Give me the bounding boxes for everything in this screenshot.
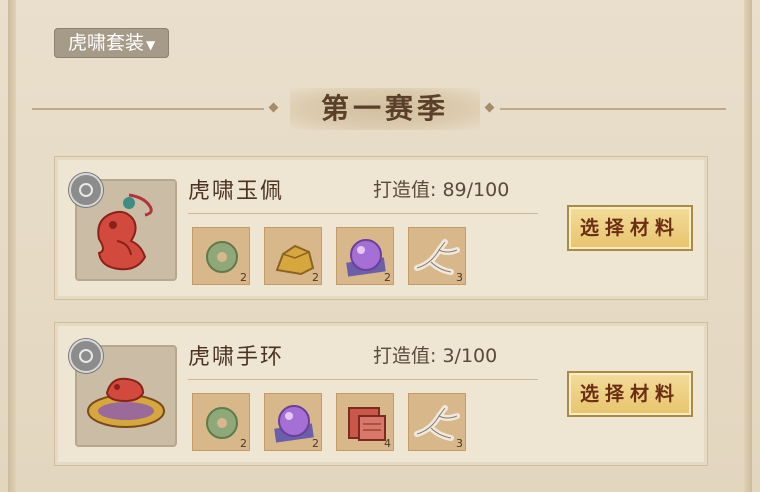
item-name: 虎啸玉佩 bbox=[188, 179, 285, 204]
item-name: 虎啸手环 bbox=[188, 345, 285, 370]
forge-label: 打造值: bbox=[373, 179, 437, 201]
forge-progress: 打造值: 89/100 bbox=[373, 175, 509, 202]
bone-branch-icon[interactable]: 3 bbox=[408, 227, 466, 285]
set-selector-label: 虎啸套装 bbox=[68, 32, 145, 54]
rank-badge-icon bbox=[69, 173, 103, 207]
purple-orb-icon[interactable]: 2 bbox=[264, 393, 322, 451]
divider-right bbox=[500, 108, 726, 110]
divider-left bbox=[32, 108, 264, 110]
card-divider bbox=[188, 379, 538, 380]
set-selector-dropdown[interactable]: 虎啸套装 ▼ bbox=[54, 28, 170, 58]
material-qty: 2 bbox=[312, 437, 319, 450]
season-title: 第一赛季 bbox=[290, 88, 480, 130]
item-card-bracelet: 虎啸手环 打造值: 3/100 2 2 4 3 选择材料 bbox=[54, 322, 708, 466]
diamond-left-icon bbox=[268, 102, 279, 113]
forge-label: 打造值: bbox=[373, 345, 437, 367]
forge-value: 3/100 bbox=[442, 345, 498, 367]
purple-orb-icon[interactable]: 2 bbox=[336, 227, 394, 285]
rank-badge-icon bbox=[69, 339, 103, 373]
jade-ring-icon[interactable]: 2 bbox=[192, 393, 250, 451]
forge-value: 89/100 bbox=[442, 179, 510, 201]
material-qty: 2 bbox=[240, 437, 247, 450]
diamond-right-icon bbox=[484, 102, 495, 113]
material-qty: 3 bbox=[456, 271, 463, 284]
forge-progress: 打造值: 3/100 bbox=[373, 341, 497, 368]
material-qty: 3 bbox=[456, 437, 463, 450]
gold-ore-icon[interactable]: 2 bbox=[264, 227, 322, 285]
material-qty: 2 bbox=[384, 271, 391, 284]
card-divider bbox=[188, 213, 538, 214]
item-card-jade-pendant: 虎啸玉佩 打造值: 89/100 2 2 2 3 选择材料 bbox=[54, 156, 708, 300]
material-qty: 2 bbox=[240, 271, 247, 284]
season-header: 第一赛季 bbox=[0, 84, 760, 134]
dropdown-arrow-icon: ▼ bbox=[146, 38, 156, 52]
red-scroll-icon[interactable]: 4 bbox=[336, 393, 394, 451]
material-qty: 4 bbox=[384, 437, 391, 450]
choose-materials-button[interactable]: 选择材料 bbox=[567, 371, 693, 417]
material-qty: 2 bbox=[312, 271, 319, 284]
choose-materials-button[interactable]: 选择材料 bbox=[567, 205, 693, 251]
jade-ring-icon[interactable]: 2 bbox=[192, 227, 250, 285]
bone-branch-icon[interactable]: 3 bbox=[408, 393, 466, 451]
